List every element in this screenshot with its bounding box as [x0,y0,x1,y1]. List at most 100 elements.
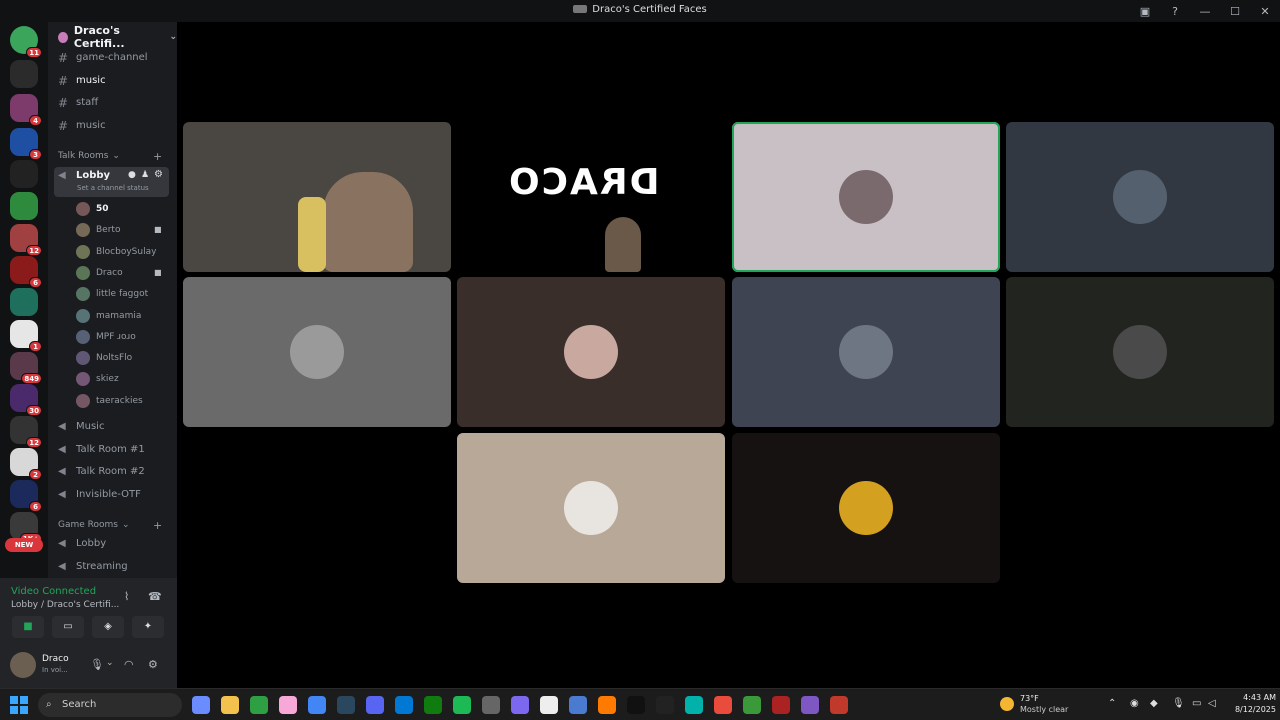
voice-channel-lobby[interactable]: ◀ Lobby [54,166,110,185]
volume-icon[interactable]: ◁ [1208,698,1216,709]
voice-channel[interactable]: ◀ Talk Room #1 [54,440,145,459]
channel-status[interactable]: Set a channel status [77,184,149,192]
video-tile[interactable] [1006,122,1274,272]
server-icon[interactable]: 12 [10,224,42,256]
chevron-up-icon[interactable]: ⌃ [1108,698,1116,709]
taskbar-app-icon[interactable] [772,696,790,714]
taskbar-app-icon[interactable] [511,696,529,714]
soundboard-button[interactable]: ✦ [132,616,164,638]
video-tile[interactable] [457,433,725,583]
video-tile[interactable] [732,433,1000,583]
weather-widget[interactable]: 73°F Mostly clear [1000,693,1100,717]
voice-channel[interactable]: ◀ Music [54,417,104,436]
activity-button[interactable]: ◈ [92,616,124,638]
voice-location[interactable]: Lobby / Draco's Certifi... [11,600,119,610]
channel-text[interactable]: # music [54,71,106,90]
taskbar-app-icon[interactable] [395,696,413,714]
video-tile[interactable] [183,122,451,272]
tray-app-icon[interactable]: ◉ [1130,698,1139,709]
disconnect-icon[interactable]: ☎ [148,590,162,603]
camera-button[interactable]: ■ [12,616,44,638]
server-icon[interactable]: 6 [10,480,42,512]
taskbar-app-icon[interactable] [540,696,558,714]
server-icon[interactable] [10,60,38,88]
headphones-icon[interactable]: ◠ [124,658,134,671]
voice-member[interactable]: mamamia [76,306,141,325]
video-tile[interactable] [183,277,451,427]
voice-member[interactable]: Draco ■ [76,263,162,282]
add-channel-icon[interactable]: + [153,519,162,532]
minimize-button[interactable]: — [1190,5,1220,18]
voice-member[interactable]: BlocboySulay [76,242,156,261]
voice-member[interactable]: MPF ɹoɹo [76,327,136,346]
server-icon[interactable]: 2 [10,448,42,480]
taskbar-app-icon[interactable] [366,696,384,714]
server-icon[interactable] [10,160,38,188]
server-icon[interactable]: 12 [10,416,42,448]
inbox-icon[interactable]: ▣ [1130,5,1160,18]
taskbar-app-icon[interactable] [424,696,442,714]
taskbar-app-icon[interactable] [656,696,674,714]
server-icon[interactable] [10,288,38,316]
server-icon[interactable]: 30 [10,384,42,416]
taskbar-app-icon[interactable] [685,696,703,714]
microphone-icon[interactable]: 🎙 [90,658,104,671]
taskbar-app-icon[interactable] [453,696,471,714]
clock[interactable]: 4:43 AM 8/12/2025 [1220,692,1276,716]
help-icon[interactable]: ? [1160,5,1190,18]
voice-member[interactable]: taerackies [76,391,143,410]
tray-app-icon[interactable]: ◆ [1150,698,1158,709]
voice-channel[interactable]: ◀ Talk Room #2 [54,462,145,481]
voice-member[interactable]: NoltsFlo [76,348,132,367]
video-tile[interactable] [457,277,725,427]
taskbar-app-icon[interactable] [830,696,848,714]
server-icon[interactable]: 6 [10,256,42,288]
avatar[interactable] [10,652,36,678]
server-icon[interactable] [10,192,38,220]
server-icon[interactable]: 4 [10,94,42,126]
taskbar-app-icon[interactable] [221,696,239,714]
taskbar-app-icon[interactable] [279,696,297,714]
taskbar-app-icon[interactable] [569,696,587,714]
category-talk-rooms[interactable]: Talk Rooms ⌄ + [58,150,162,163]
chat-icon[interactable]: ● [128,170,136,180]
add-channel-icon[interactable]: + [153,150,162,163]
video-tile[interactable] [732,277,1000,427]
taskbar-app-icon[interactable] [482,696,500,714]
taskbar-search[interactable]: ⌕ Search [38,693,182,717]
channel-game-channel[interactable]: # game-channel [54,48,148,67]
taskbar-app-icon[interactable] [250,696,268,714]
taskbar-app-icon[interactable] [308,696,326,714]
gear-icon[interactable]: ⚙ [148,658,158,671]
server-icon[interactable]: 1K+ [10,512,42,544]
channel-text[interactable]: # staff [54,93,98,112]
server-icon[interactable]: 1 [10,320,42,352]
screen-share-button[interactable]: ▭ [52,616,84,638]
network-icon[interactable]: ▭ [1192,698,1201,709]
maximize-button[interactable]: ☐ [1220,5,1250,18]
chevron-down-icon[interactable]: ⌄ [106,658,114,668]
video-tile[interactable] [1006,277,1274,427]
taskbar-app-icon[interactable] [627,696,645,714]
taskbar-app-icon[interactable] [598,696,616,714]
voice-member[interactable]: Berto ■ [76,220,162,239]
gear-icon[interactable]: ⚙ [154,169,163,180]
close-button[interactable]: ✕ [1250,5,1280,18]
taskbar-app-icon[interactable] [337,696,355,714]
server-icon[interactable]: 3 [10,128,42,160]
voice-member[interactable]: skiez [76,369,119,388]
video-tile[interactable]: DRACO [457,122,725,272]
category-game-rooms[interactable]: Game Rooms ⌄ + [58,519,162,532]
add-user-icon[interactable]: ♟ [141,170,149,180]
voice-channel[interactable]: ◀ Lobby [54,534,106,553]
taskbar-app-icon[interactable] [192,696,210,714]
voice-channel[interactable]: ◀ Invisible-OTF [54,485,141,504]
video-tile[interactable] [732,122,1000,272]
taskbar-app-icon[interactable] [743,696,761,714]
noise-suppression-icon[interactable]: ⌇ [124,590,129,603]
taskbar-app-icon[interactable] [714,696,732,714]
voice-channel[interactable]: ◀ Streaming [54,557,128,576]
taskbar-app-icon[interactable] [801,696,819,714]
voice-member[interactable]: 50 [76,199,109,218]
windows-start-icon[interactable] [10,696,28,714]
